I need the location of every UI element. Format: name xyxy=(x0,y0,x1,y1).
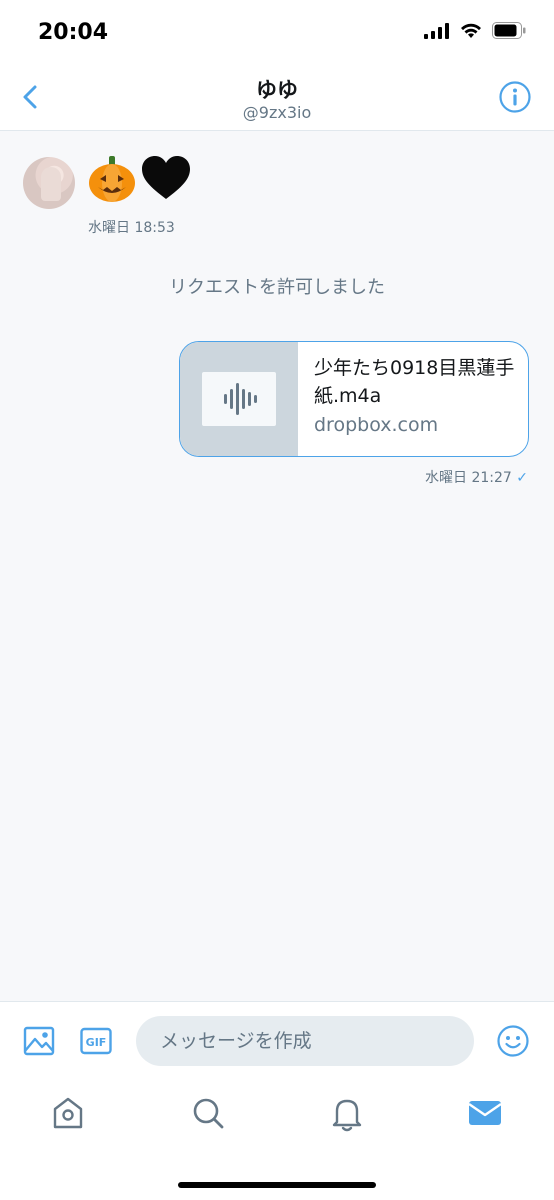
tab-search[interactable] xyxy=(187,1092,229,1134)
avatar-figure xyxy=(41,167,61,201)
home-icon xyxy=(53,1097,83,1129)
info-button[interactable] xyxy=(498,80,532,114)
message-composer: GIF xyxy=(0,1001,554,1080)
audio-waveform-icon xyxy=(224,383,257,415)
card-thumbnail xyxy=(180,342,298,456)
wifi-icon xyxy=(461,23,481,38)
status-time: 20:04 xyxy=(38,20,109,45)
tab-messages[interactable] xyxy=(464,1092,506,1134)
info-icon xyxy=(499,81,531,113)
conversation-name: ゆゆ xyxy=(256,78,298,102)
message-thread[interactable]: 水曜日 18:53 リクエストを許可しました 少年たち0918目黒蓮手紙.m4a… xyxy=(0,131,554,1001)
gif-icon: GIF xyxy=(80,1027,112,1055)
gif-label: GIF xyxy=(86,1036,107,1049)
conversation-handle: @9zx3io xyxy=(242,103,312,122)
card-title: 少年たち0918目黒蓮手紙.m4a xyxy=(314,357,515,407)
outgoing-timestamp: 水曜日 21:27 ✓ xyxy=(425,467,528,487)
bell-icon xyxy=(332,1099,362,1132)
incoming-timestamp: 水曜日 18:53 xyxy=(88,220,175,236)
mail-icon xyxy=(468,1101,502,1125)
read-check-icon: ✓ xyxy=(516,470,528,486)
system-message: リクエストを許可しました xyxy=(169,277,385,298)
status-icons xyxy=(424,22,526,39)
emoji-button[interactable] xyxy=(496,1024,530,1058)
image-icon xyxy=(23,1026,55,1056)
add-gif-button[interactable]: GIF xyxy=(80,1026,112,1056)
outgoing-link-card[interactable]: 少年たち0918目黒蓮手紙.m4a dropbox.com xyxy=(179,341,529,457)
signal-icon xyxy=(424,22,449,39)
conversation-header: ゆゆ @9zx3io xyxy=(0,64,554,131)
pumpkin-emoji-icon xyxy=(89,156,135,202)
home-indicator xyxy=(178,1182,376,1188)
audio-thumbnail xyxy=(202,372,276,426)
status-bar: 20:04 xyxy=(0,0,554,64)
add-image-button[interactable] xyxy=(22,1024,56,1058)
smiley-icon xyxy=(497,1025,529,1057)
incoming-message[interactable] xyxy=(86,153,192,205)
card-domain: dropbox.com xyxy=(314,414,439,436)
black-heart-emoji-icon xyxy=(142,156,190,199)
outgoing-time-text: 水曜日 21:27 xyxy=(425,470,512,486)
battery-icon xyxy=(492,22,526,39)
search-icon xyxy=(193,1098,224,1129)
tab-home[interactable] xyxy=(47,1092,89,1134)
avatar[interactable] xyxy=(23,157,75,209)
tab-notifications[interactable] xyxy=(326,1092,368,1134)
message-input[interactable] xyxy=(136,1016,474,1066)
